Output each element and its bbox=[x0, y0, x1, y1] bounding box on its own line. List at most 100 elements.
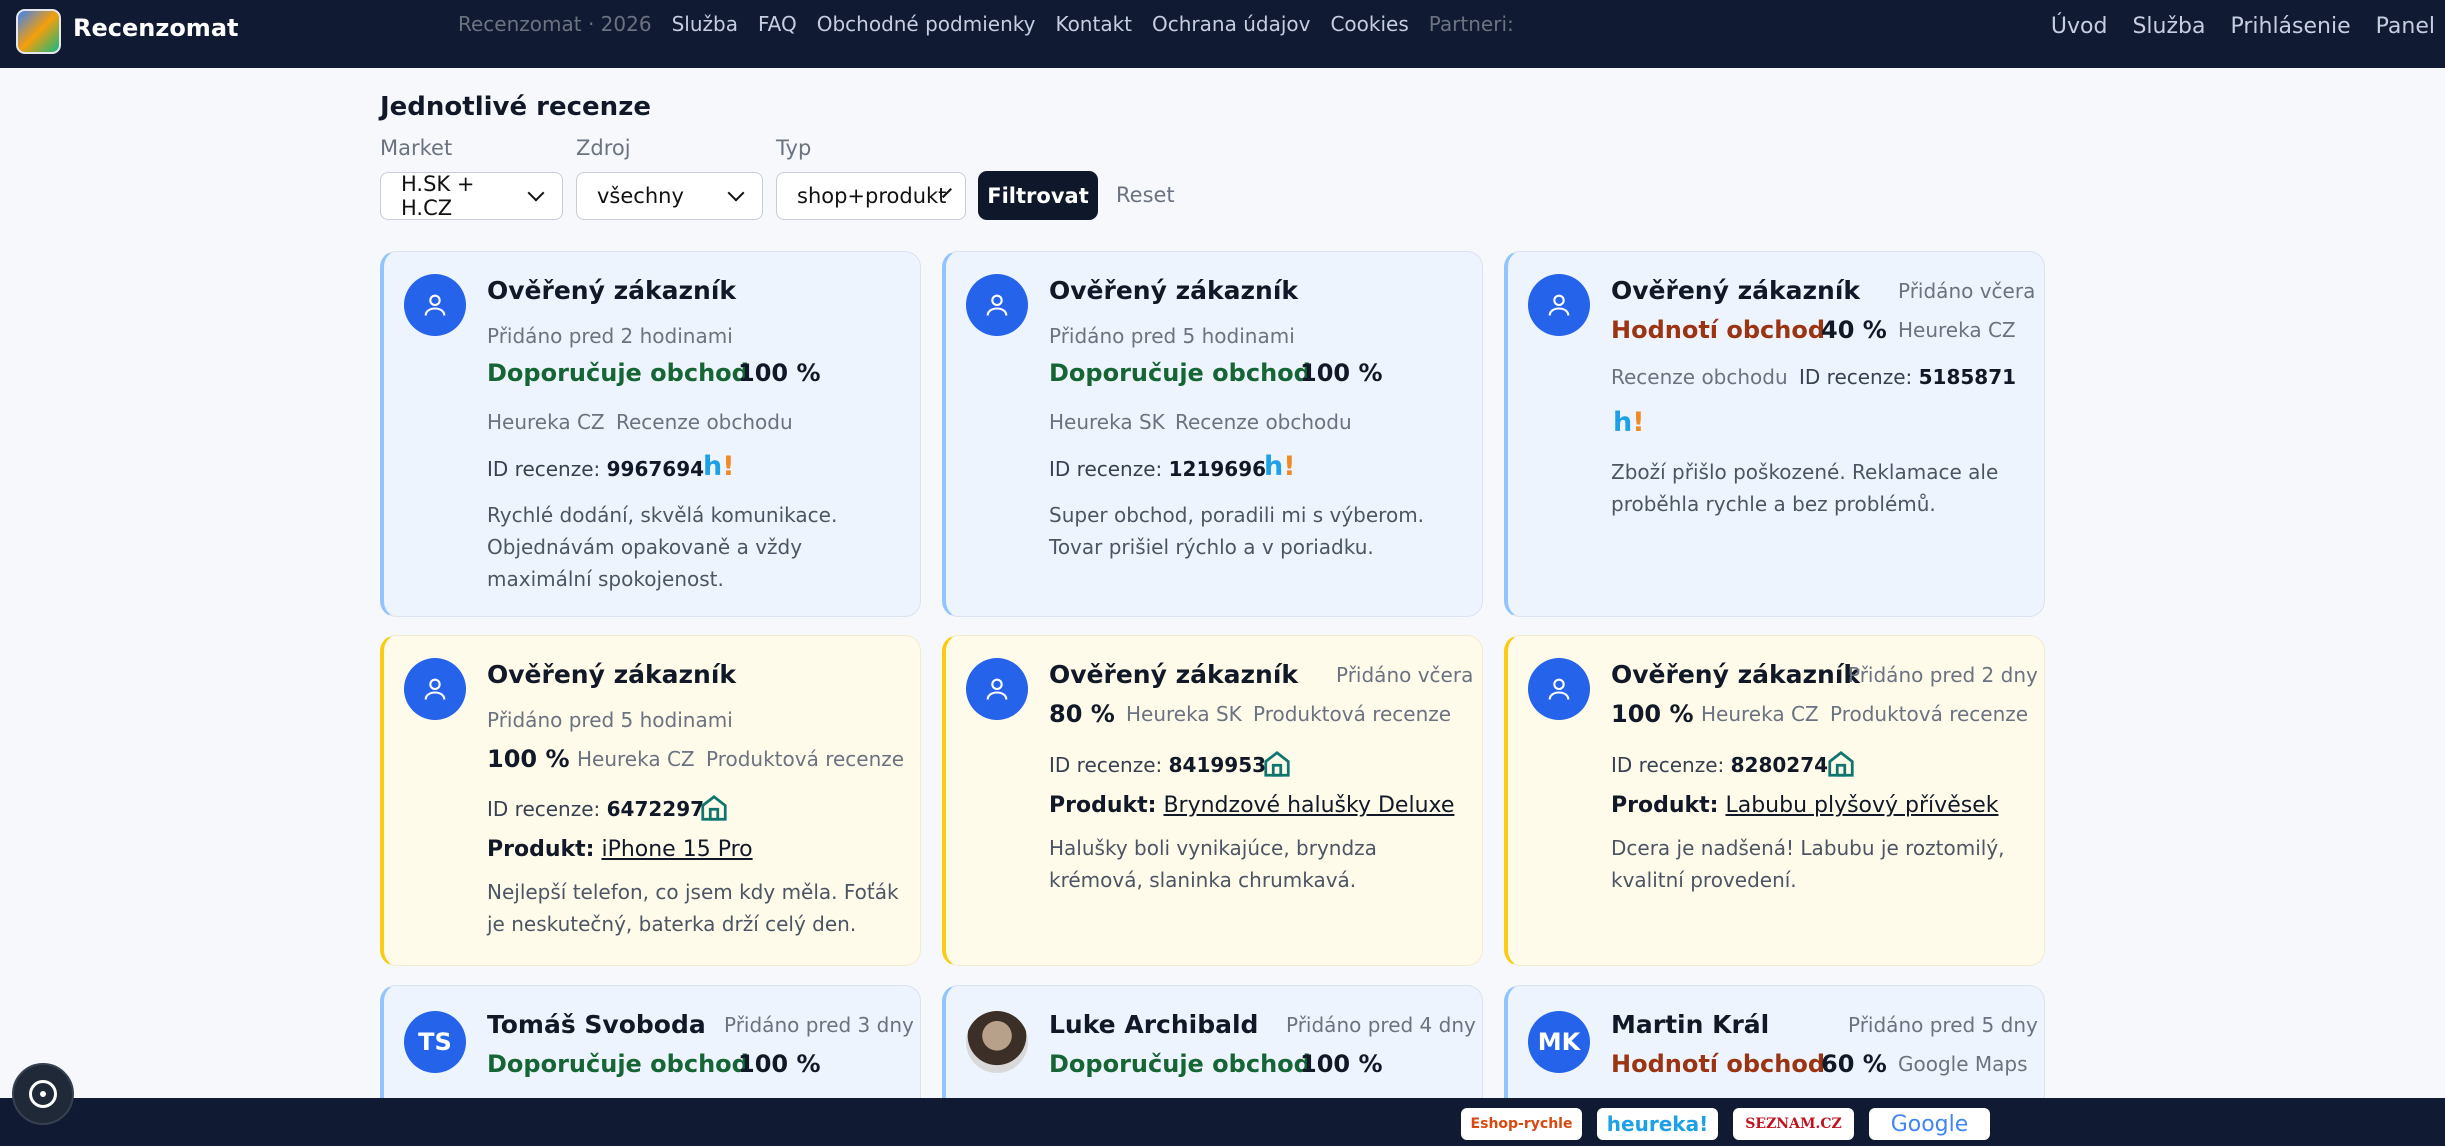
market-label: Market bbox=[380, 136, 453, 160]
review-kind: Produktová recenze bbox=[1253, 702, 1452, 726]
partner-seznam[interactable]: SEZNAM.CZ bbox=[1733, 1108, 1854, 1140]
review-percent: 100 % bbox=[738, 1050, 821, 1078]
avatar bbox=[966, 274, 1028, 336]
main-nav: Úvod Služba Prihlásenie Panel bbox=[2026, 14, 2445, 39]
shop-house-icon bbox=[1264, 751, 1290, 777]
reviewer-name: Ověřený zákazník bbox=[1611, 660, 1861, 689]
type-select[interactable]: shop+produkt bbox=[776, 172, 966, 220]
review-date: Přidáno včera bbox=[1336, 663, 1474, 687]
review-verdict: Doporučuje obchod bbox=[487, 359, 749, 387]
source-label: Zdroj bbox=[576, 136, 631, 160]
review-card[interactable]: Ověřený zákazník Přidáno pred 5 hodinami… bbox=[380, 635, 921, 966]
avatar bbox=[966, 658, 1028, 720]
footer-link-service[interactable]: Služba bbox=[672, 12, 738, 36]
reviewer-name: Ověřený zákazník bbox=[1611, 276, 1861, 305]
review-source: Heureka CZ bbox=[577, 747, 695, 771]
review-date: Přidáno pred 5 dny bbox=[1848, 1013, 2038, 1037]
reviewer-name: Tomáš Svoboda bbox=[487, 1010, 706, 1039]
review-date: Přidáno pred 5 hodinami bbox=[1049, 324, 1295, 348]
source-select-value: všechny bbox=[597, 184, 684, 208]
reviewer-name: Luke Archibald bbox=[1049, 1010, 1259, 1039]
accessibility-button[interactable] bbox=[12, 1063, 74, 1125]
review-id: ID recenze: 6472297 bbox=[487, 797, 705, 821]
reviewer-name: Ověřený zákazník bbox=[1049, 660, 1299, 689]
review-card[interactable]: Ověřený zákazník Přidáno včera Hodnotí o… bbox=[1504, 251, 2045, 617]
review-kind: Produktová recenze bbox=[1830, 702, 2029, 726]
review-date: Přidáno pred 2 dny bbox=[1848, 663, 2038, 687]
nav-panel[interactable]: Panel bbox=[2376, 14, 2435, 39]
review-id: ID recenze: 8419953 bbox=[1049, 753, 1267, 777]
user-icon bbox=[1548, 678, 1570, 700]
footer-link-faq[interactable]: FAQ bbox=[758, 12, 797, 36]
avatar: TS bbox=[404, 1011, 466, 1073]
nav-home[interactable]: Úvod bbox=[2051, 14, 2108, 39]
footer-partners-label: Partneri: bbox=[1428, 12, 1514, 36]
review-text: Rychlé dodání, skvělá komunikace. Objedn… bbox=[487, 503, 838, 591]
review-card[interactable]: Ověřený zákazník Přidáno včera 80 % Heur… bbox=[942, 635, 1483, 966]
review-source: Heureka SK bbox=[1126, 702, 1242, 726]
review-card[interactable]: Ověřený zákazník Přidáno pred 5 hodinami… bbox=[942, 251, 1483, 617]
chevron-down-icon bbox=[727, 184, 745, 202]
review-verdict: Doporučuje obchod bbox=[1049, 1050, 1311, 1078]
brand-name[interactable]: Recenzomat bbox=[73, 14, 238, 42]
reviewer-name: Ověřený zákazník bbox=[1049, 276, 1299, 305]
app-logo-icon[interactable] bbox=[16, 9, 61, 54]
heureka-icon: h! bbox=[1613, 407, 1645, 438]
footer-link-terms[interactable]: Obchodné podmienky bbox=[817, 12, 1036, 36]
user-icon bbox=[424, 678, 446, 700]
review-verdict: Doporučuje obchod bbox=[487, 1050, 749, 1078]
user-icon bbox=[1548, 294, 1570, 316]
reviewer-name: Ověřený zákazník bbox=[487, 660, 737, 689]
review-id: ID recenze: 8280274 bbox=[1611, 753, 1829, 777]
avatar bbox=[1528, 274, 1590, 336]
source-select[interactable]: všechny bbox=[576, 172, 763, 220]
filter-button[interactable]: Filtrovat bbox=[978, 171, 1098, 220]
review-product[interactable]: Produkt: Bryndzové halušky Deluxe bbox=[1049, 793, 1454, 818]
review-kind: Recenze obchodu bbox=[1611, 365, 1788, 389]
partner-heureka[interactable]: heureka! bbox=[1597, 1108, 1718, 1140]
avatar: MK bbox=[1528, 1011, 1590, 1073]
reviewer-name: Martin Král bbox=[1611, 1010, 1770, 1039]
shop-house-icon bbox=[1828, 751, 1854, 777]
review-verdict: Doporučuje obchod bbox=[1049, 359, 1311, 387]
review-date: Přidáno pred 4 dny bbox=[1286, 1013, 1476, 1037]
heureka-icon: h! bbox=[1264, 451, 1296, 482]
avatar bbox=[966, 1011, 1028, 1073]
footer-link-privacy[interactable]: Ochrana údajov bbox=[1152, 12, 1310, 36]
review-id: ID recenze: 5185871 bbox=[1799, 365, 2017, 389]
review-card[interactable]: Ověřený zákazník Přidáno pred 2 hodinami… bbox=[380, 251, 921, 617]
market-select[interactable]: H.SK + H.CZ bbox=[380, 172, 563, 220]
shop-house-icon bbox=[701, 795, 727, 821]
review-percent: 100 % bbox=[1300, 1050, 1383, 1078]
footer-link-cookies[interactable]: Cookies bbox=[1330, 12, 1408, 36]
review-product[interactable]: Produkt: Labubu plyšový přívěsek bbox=[1611, 793, 1998, 818]
chevron-down-icon bbox=[527, 184, 545, 202]
review-source: Heureka SK bbox=[1049, 410, 1165, 434]
review-percent: 80 % bbox=[1049, 700, 1115, 728]
review-product[interactable]: Produkt: iPhone 15 Pro bbox=[487, 837, 753, 862]
nav-service[interactable]: Služba bbox=[2132, 14, 2205, 39]
review-source: Heureka CZ bbox=[487, 410, 605, 434]
review-percent: 100 % bbox=[1300, 359, 1383, 387]
review-text: Zboží přišlo poškozené. Reklamace ale pr… bbox=[1611, 460, 1999, 516]
footer-link-contact[interactable]: Kontakt bbox=[1055, 12, 1132, 36]
partner-eshop-rychle[interactable]: Eshop-rychle bbox=[1461, 1108, 1582, 1140]
review-kind: Recenze obchodu bbox=[1175, 410, 1352, 434]
avatar bbox=[1528, 658, 1590, 720]
review-percent: 100 % bbox=[1611, 700, 1694, 728]
reviewer-name: Ověřený zákazník bbox=[487, 276, 737, 305]
user-icon bbox=[986, 678, 1008, 700]
review-id: ID recenze: 1219696 bbox=[1049, 457, 1267, 481]
review-kind: Recenze obchodu bbox=[616, 410, 793, 434]
nav-login[interactable]: Prihlásenie bbox=[2230, 14, 2350, 39]
user-icon bbox=[424, 294, 446, 316]
reset-button[interactable]: Reset bbox=[1116, 183, 1175, 207]
review-percent: 100 % bbox=[738, 359, 821, 387]
review-percent: 60 % bbox=[1821, 1050, 1887, 1078]
review-card[interactable]: Ověřený zákazník Přidáno pred 2 dny 100 … bbox=[1504, 635, 2045, 966]
review-source: Google Maps bbox=[1898, 1052, 2028, 1076]
partner-google[interactable]: Google bbox=[1869, 1108, 1990, 1140]
review-date: Přidáno včera bbox=[1898, 279, 2036, 303]
review-percent: 40 % bbox=[1821, 316, 1887, 344]
avatar bbox=[404, 658, 466, 720]
